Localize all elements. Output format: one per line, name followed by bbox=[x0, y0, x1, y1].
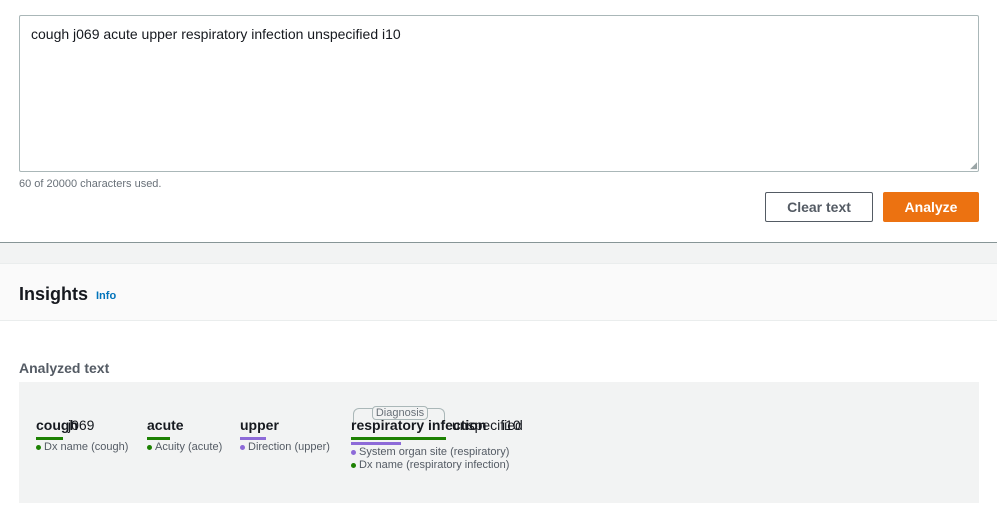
attribute-direction: Direction (upper) bbox=[240, 441, 330, 453]
character-count: 60 of 20000 characters used. bbox=[19, 178, 162, 190]
insights-header: Insights Info bbox=[0, 263, 997, 321]
direction-dot-icon bbox=[240, 444, 245, 450]
resize-handle-icon[interactable]: ◢ bbox=[967, 160, 977, 170]
attribute-dx-respiratory-infection: Dx name (respiratory infection) bbox=[351, 459, 509, 471]
attribute-organ-site: System organ site (respiratory) bbox=[351, 446, 509, 458]
entity-upper[interactable]: upper bbox=[240, 417, 279, 433]
direction-underline bbox=[240, 437, 266, 440]
dx-underline bbox=[36, 437, 63, 440]
entity-acute[interactable]: acute bbox=[147, 417, 184, 433]
insights-title: Insights bbox=[19, 284, 89, 304]
attribute-label: Dx name (cough) bbox=[44, 441, 129, 453]
attribute-label: System organ site (respiratory) bbox=[359, 446, 510, 458]
section-gap bbox=[0, 243, 997, 263]
attribute-label: Acuity (acute) bbox=[155, 441, 223, 453]
attribute-dx-cough: Dx name (cough) bbox=[36, 441, 128, 453]
attribute-acuity: Acuity (acute) bbox=[147, 441, 222, 453]
organ-site-underline bbox=[351, 442, 401, 445]
entity-respiratory-infection[interactable]: respiratory infection bbox=[351, 417, 486, 433]
organ-site-dot-icon bbox=[351, 449, 356, 455]
acuity-dot-icon bbox=[147, 444, 152, 450]
medical-text-input[interactable]: cough j069 acute upper respiratory infec… bbox=[19, 15, 979, 172]
input-panel: cough j069 acute upper respiratory infec… bbox=[0, 0, 997, 242]
acuity-underline bbox=[147, 437, 170, 440]
dx-underline-respiratory-infection bbox=[351, 437, 446, 440]
attribute-label: Dx name (respiratory infection) bbox=[359, 459, 510, 471]
dx-dot-icon bbox=[36, 444, 41, 450]
attribute-label: Direction (upper) bbox=[248, 441, 330, 453]
medical-text-value: cough j069 acute upper respiratory infec… bbox=[31, 26, 401, 42]
info-link[interactable]: Info bbox=[96, 290, 116, 302]
clear-text-button[interactable]: Clear text bbox=[765, 192, 873, 222]
token-j069: j069 bbox=[68, 417, 95, 433]
analyze-button[interactable]: Analyze bbox=[883, 192, 979, 222]
dx-dot-icon bbox=[351, 462, 356, 468]
analyzed-text-label: Analyzed text bbox=[19, 360, 110, 376]
token-i10: i10 bbox=[502, 417, 521, 433]
